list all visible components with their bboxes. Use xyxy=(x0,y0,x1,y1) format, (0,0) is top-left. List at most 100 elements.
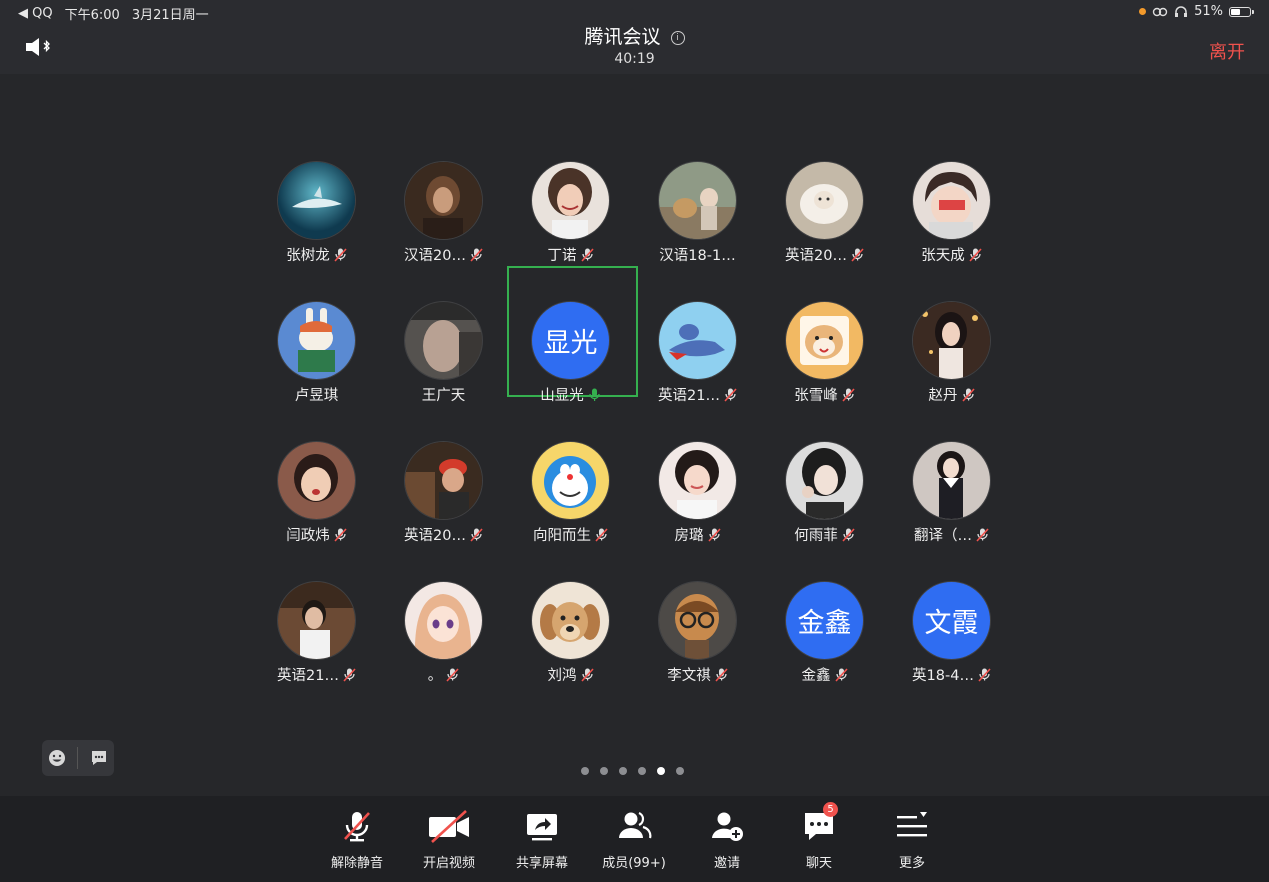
avatar[interactable]: 文霞 xyxy=(913,582,990,659)
info-icon[interactable]: i xyxy=(670,31,685,45)
members-label: 成员(99+) xyxy=(602,856,666,871)
participant-tile[interactable]: 金鑫 金鑫 xyxy=(761,582,888,722)
mic-muted-icon xyxy=(334,528,347,542)
page-dot[interactable] xyxy=(619,767,627,775)
unmute-button[interactable]: 解除静音 xyxy=(317,808,397,871)
avatar[interactable] xyxy=(278,442,355,519)
page-dot[interactable] xyxy=(600,767,608,775)
avatar[interactable]: 金鑫 xyxy=(786,582,863,659)
participant-name-row: 英18-4… xyxy=(888,664,1015,685)
participant-name-row: 英语21… xyxy=(634,384,761,405)
participant-name: 英语21… xyxy=(277,668,339,684)
participant-name: 丁诺 xyxy=(547,248,577,264)
participant-tile[interactable]: 张天成 xyxy=(888,162,1015,302)
avatar[interactable] xyxy=(659,162,736,239)
participant-tile[interactable]: 文霞英18-4… xyxy=(888,582,1015,722)
mic-muted-icon xyxy=(344,812,370,842)
battery-percent: 51% xyxy=(1194,4,1223,19)
page-dot[interactable] xyxy=(676,767,684,775)
participant-tile[interactable]: 张树龙 xyxy=(253,162,380,302)
participant-name-row: 张天成 xyxy=(888,244,1015,265)
avatar[interactable] xyxy=(786,302,863,379)
start-video-button[interactable]: 开启视频 xyxy=(409,808,489,871)
more-label: 更多 xyxy=(898,856,925,871)
avatar[interactable] xyxy=(659,582,736,659)
avatar[interactable] xyxy=(405,582,482,659)
participant-tile[interactable]: 赵丹 xyxy=(888,302,1015,442)
page-dot[interactable] xyxy=(638,767,646,775)
avatar[interactable] xyxy=(786,162,863,239)
invite-label: 邀请 xyxy=(713,856,740,871)
back-to-app-link[interactable]: ◀ QQ xyxy=(18,6,53,21)
more-button[interactable]: 更多 xyxy=(872,808,952,871)
avatar[interactable] xyxy=(405,302,482,379)
avatar[interactable] xyxy=(278,162,355,239)
status-bar: ◀ QQ 下午6:00 3月21日周一 51% xyxy=(0,0,1269,24)
participant-tile[interactable]: 张雪峰 xyxy=(761,302,888,442)
mic-muted-icon xyxy=(446,668,459,682)
participant-tile[interactable]: 卢昱琪 xyxy=(253,302,380,442)
avatar[interactable] xyxy=(278,582,355,659)
participant-tile[interactable]: 英语20… xyxy=(380,442,507,582)
status-date: 3月21日周一 xyxy=(131,8,209,23)
participant-tile[interactable]: 何雨菲 xyxy=(761,442,888,582)
emoji-icon[interactable] xyxy=(47,748,67,768)
mic-muted-icon xyxy=(470,528,483,542)
meeting-title[interactable]: 腾讯会议 xyxy=(584,22,660,49)
participant-tile[interactable]: 英语21… xyxy=(253,582,380,722)
mic-muted-icon xyxy=(842,528,855,542)
mic-muted-icon xyxy=(969,248,982,262)
mic-muted-icon xyxy=(978,668,991,682)
participant-tile[interactable]: 汉语18-1… xyxy=(634,162,761,302)
chat-bubble-icon[interactable] xyxy=(89,748,109,768)
avatar[interactable] xyxy=(405,442,482,519)
photo-man-selfie-image xyxy=(405,302,482,379)
avatar[interactable] xyxy=(913,162,990,239)
participant-tile[interactable]: 王广天 xyxy=(380,302,507,442)
leave-button[interactable]: 离开 xyxy=(1209,38,1245,64)
participant-tile[interactable]: 刘鸿 xyxy=(507,582,634,722)
participant-tile[interactable]: 闫政炜 xyxy=(253,442,380,582)
mic-muted-icon xyxy=(707,528,721,542)
participant-tile[interactable]: 。 xyxy=(380,582,507,722)
photo-cartoon-cat-image xyxy=(659,302,736,379)
avatar[interactable] xyxy=(913,302,990,379)
avatar[interactable] xyxy=(532,582,609,659)
photo-girl-bw-image xyxy=(786,442,863,519)
invite-button[interactable]: 邀请 xyxy=(687,808,767,871)
page-dot-current[interactable] xyxy=(657,767,665,775)
mic-muted-icon xyxy=(842,388,855,402)
mic-muted-icon xyxy=(976,528,989,542)
avatar[interactable] xyxy=(532,442,609,519)
participant-name-row: 向阳而生 xyxy=(507,524,634,545)
participant-tile[interactable]: 翻译（… xyxy=(888,442,1015,582)
participant-name: 张天成 xyxy=(921,248,965,264)
participant-tile-speaking[interactable]: 显光 山显光 xyxy=(507,266,638,442)
avatar[interactable] xyxy=(786,442,863,519)
participant-name: 王广天 xyxy=(421,388,466,404)
share-screen-button[interactable]: 共享屏幕 xyxy=(502,808,582,871)
participant-tile[interactable]: 英语20… xyxy=(761,162,888,302)
avatar[interactable] xyxy=(532,162,609,239)
participant-tile[interactable]: 房璐 xyxy=(634,442,761,582)
start-video-label: 开启视频 xyxy=(422,856,475,871)
participant-tile[interactable]: 李文祺 xyxy=(634,582,761,722)
members-button[interactable]: 成员(99+) xyxy=(594,808,674,871)
participant-tile[interactable]: 汉语20… xyxy=(380,162,507,302)
participant-tile[interactable]: 向阳而生 xyxy=(507,442,634,582)
avatar[interactable] xyxy=(913,442,990,519)
page-dot[interactable] xyxy=(581,767,589,775)
avatar[interactable] xyxy=(278,302,355,379)
photo-sheep-image xyxy=(786,162,863,239)
avatar[interactable] xyxy=(659,302,736,379)
participant-name: 英语20… xyxy=(404,528,466,544)
headphones-icon xyxy=(1175,5,1188,17)
participant-name-row: 刘鸿 xyxy=(507,664,634,685)
chat-button[interactable]: 5 聊天 xyxy=(779,802,859,871)
participant-name-row: 房璐 xyxy=(634,524,761,545)
participant-tile[interactable]: 英语21… xyxy=(634,302,761,442)
avatar[interactable]: 显光 xyxy=(532,302,609,379)
avatar[interactable] xyxy=(405,162,482,239)
avatar[interactable] xyxy=(659,442,736,519)
unmute-label: 解除静音 xyxy=(330,856,383,871)
